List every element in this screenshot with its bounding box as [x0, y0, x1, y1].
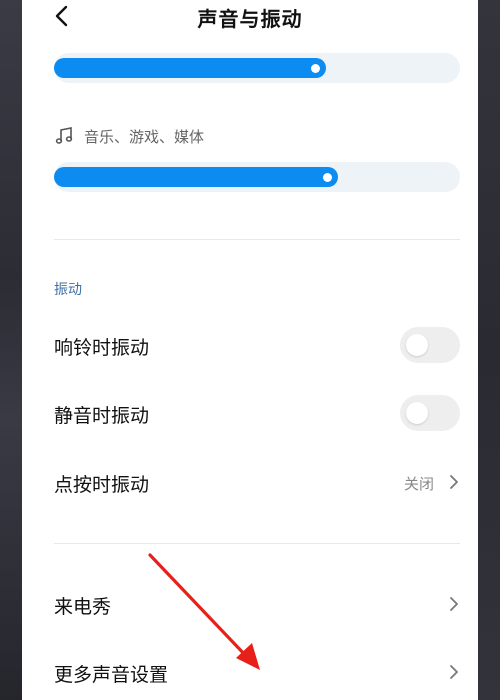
more-sound-settings-row[interactable]: 更多声音设置 [54, 652, 460, 692]
header: 声音与振动 [22, 0, 478, 38]
chevron-right-icon [450, 475, 458, 489]
caller-show-row[interactable]: 来电秀 [54, 584, 460, 624]
page-title: 声音与振动 [197, 7, 303, 31]
chevron-right-icon [450, 597, 458, 611]
row-label: 响铃时振动 [54, 337, 150, 359]
chevron-right-icon [450, 665, 458, 679]
divider [54, 239, 460, 240]
row-label: 点按时振动 [54, 474, 150, 496]
ring-vibrate-row[interactable]: 响铃时振动 [54, 325, 460, 365]
silent-vibrate-toggle[interactable] [400, 395, 460, 431]
divider [54, 543, 460, 544]
slider-fill [54, 58, 326, 78]
media-volume-label-row: 音乐、游戏、媒体 [54, 124, 204, 148]
media-volume-slider[interactable] [54, 162, 460, 192]
ring-vibrate-toggle[interactable] [400, 327, 460, 363]
background-left [0, 0, 22, 700]
row-label: 更多声音设置 [54, 664, 169, 686]
settings-sheet: 声音与振动 音乐、游戏、媒体 振动 响铃时振动 静音时振动 点按时振动 关闭 来… [22, 0, 478, 700]
toggle-thumb [406, 334, 428, 356]
slider-knob[interactable] [323, 173, 332, 182]
touch-vibrate-value: 关闭 [403, 475, 434, 493]
row-label: 静音时振动 [54, 405, 150, 427]
toggle-thumb [406, 402, 428, 424]
touch-vibrate-row[interactable]: 点按时振动 关闭 [54, 462, 460, 502]
silent-vibrate-row[interactable]: 静音时振动 [54, 393, 460, 433]
section-title-vibration: 振动 [54, 282, 82, 298]
music-note-icon [55, 127, 73, 144]
row-label: 来电秀 [54, 596, 112, 618]
background-right [478, 0, 500, 700]
slider-fill [54, 167, 338, 187]
media-volume-label: 音乐、游戏、媒体 [84, 127, 205, 146]
ringtone-volume-slider[interactable] [54, 53, 460, 83]
slider-knob[interactable] [311, 64, 320, 73]
